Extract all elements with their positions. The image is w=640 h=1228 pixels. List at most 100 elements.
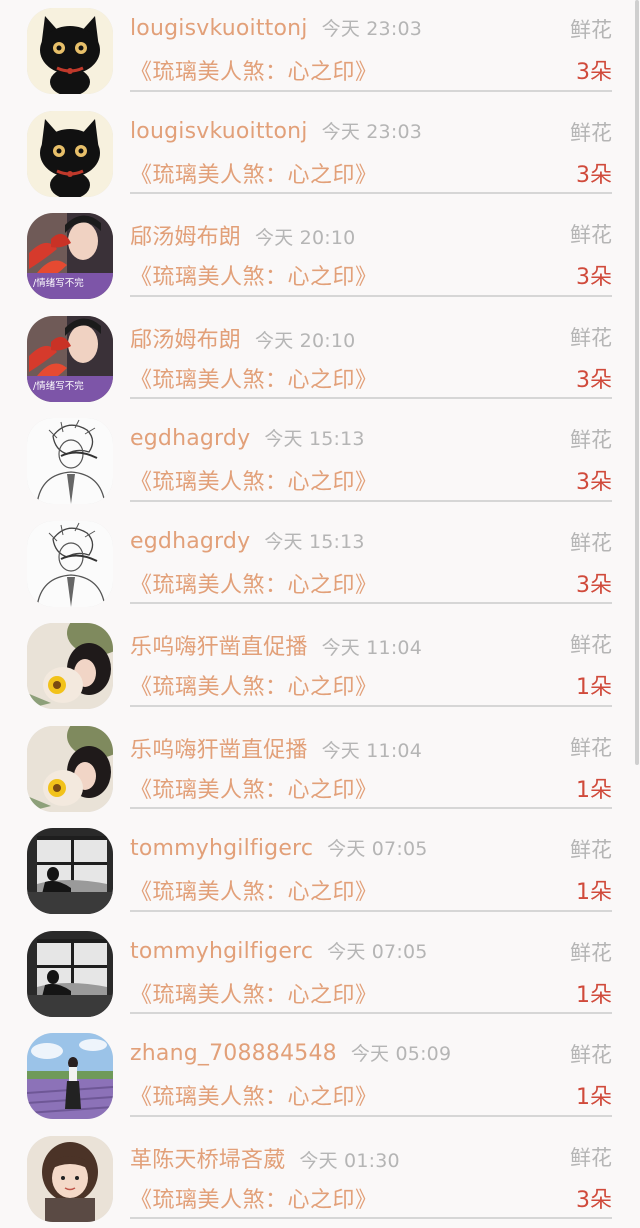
scrollbar[interactable] [635, 0, 639, 765]
gift-type-label: 鲜花 [570, 223, 612, 247]
gift-count: 3朵 [576, 265, 612, 290]
sender-name-line: egdhagrdy 今天 15:13 [130, 424, 365, 451]
row-divider [130, 397, 612, 399]
sender-name[interactable]: egdhagrdy [130, 426, 250, 451]
gift-record-row[interactable]: 革陈天桥埽吝葳 今天 01:30 鲜花 《琉璃美人煞：心之印》 3朵 [0, 1128, 640, 1228]
row-divider [130, 704, 612, 707]
gift-time: 今天 15:13 [264, 530, 365, 553]
sender-name[interactable]: zhang_708884548 [130, 1041, 337, 1066]
sender-name[interactable]: 乐呜嗨犴凿直促播 [130, 635, 308, 660]
gift-time: 今天 15:13 [264, 428, 365, 450]
gift-record-row[interactable]: egdhagrdy 今天 15:13 鲜花 《琉璃美人煞：心之印》 3朵 [0, 410, 640, 513]
gift-count: 1朵 [576, 675, 612, 700]
gift-type-label: 鲜花 [570, 735, 612, 760]
gift-record-row[interactable]: 乐呜嗨犴凿直促播 今天 11:04 鲜花 《琉璃美人煞：心之印》 1朵 [0, 615, 640, 718]
book-title[interactable]: 《琉璃美人煞：心之印》 [130, 54, 378, 86]
sender-name[interactable]: egdhagrdy [130, 529, 250, 554]
gift-count: 1朵 [576, 880, 612, 905]
row-divider [130, 499, 612, 502]
row-divider [130, 192, 612, 194]
book-title[interactable]: 《琉璃美人煞：心之印》 [130, 1182, 378, 1214]
gift-record-list: lougisvkuoittonj 今天 23:03 鲜花 《琉璃美人煞：心之印》 3朵 … [0, 0, 640, 1228]
user-avatar[interactable] [27, 520, 113, 607]
gift-time: 今天 23:03 [321, 120, 423, 143]
user-avatar[interactable] [27, 418, 113, 504]
sender-name-line: lougisvkuoittonj 今天 23:03 [130, 14, 422, 41]
user-avatar[interactable] [27, 828, 113, 914]
gift-count: 1朵 [576, 982, 612, 1008]
book-title[interactable]: 《琉璃美人煞：心之印》 [130, 874, 378, 906]
gift-record-row[interactable]: lougisvkuoittonj 今天 23:03 鲜花《琉璃美人煞：心之印》 3朵 [0, 0, 640, 103]
book-title[interactable]: 《琉璃美人煞：心之印》 [130, 669, 378, 701]
gift-time: 今天 01:30 [299, 1149, 400, 1172]
book-title[interactable]: 《琉璃美人煞：心之印》 [130, 772, 378, 804]
sender-name-line: egdhagrdy 今天 15:13 [130, 527, 365, 554]
gift-type-label: 鲜花 [570, 838, 612, 862]
gift-record-row[interactable]: /情绪写不完 郈汤姆布朗 今天 20:10 鲜花《琉璃美人煞：心之印》 3朵 [0, 205, 640, 308]
gift-type-label: 鲜花 [570, 1145, 612, 1170]
sender-name[interactable]: 革陈天桥埽吝葳 [130, 1148, 285, 1173]
user-avatar[interactable] [27, 1135, 113, 1222]
gift-type-label: 鲜花 [570, 325, 612, 350]
book-title[interactable]: 《琉璃美人煞：心之印》 [130, 464, 378, 496]
gift-type-label: 鲜花 [570, 1043, 612, 1067]
sender-name-line: 郈汤姆布朗 今天 20:10 [130, 322, 355, 354]
gift-record-row[interactable]: tommyhgilfigerc 今天 07:05 鲜花《琉璃美人煞：心之印》 1朵 [0, 820, 640, 923]
gift-type-label: 鲜花 [570, 940, 612, 965]
gift-time: 今天 23:03 [321, 18, 423, 40]
user-avatar[interactable] [27, 110, 113, 197]
book-title[interactable]: 《琉璃美人煞：心之印》 [130, 157, 378, 189]
sender-name[interactable]: 乐呜嗨犴凿直促播 [130, 738, 308, 763]
row-divider [130, 294, 612, 297]
avatar-caption-text: /情绪写不完 [33, 278, 84, 289]
sender-name[interactable]: tommyhgilfigerc [130, 836, 313, 861]
user-avatar[interactable] [27, 8, 113, 94]
gift-type-label: 鲜花 [570, 18, 612, 42]
book-title[interactable]: 《琉璃美人煞：心之印》 [130, 567, 378, 599]
gift-count: 3朵 [576, 60, 612, 85]
sender-name[interactable]: tommyhgilfigerc [130, 939, 313, 964]
gift-type-label: 鲜花 [570, 428, 612, 452]
row-divider [130, 1114, 612, 1117]
gift-count: 3朵 [576, 162, 612, 188]
user-avatar[interactable] [27, 930, 113, 1017]
sender-name-line: zhang_708884548 今天 05:09 [130, 1039, 451, 1066]
book-title[interactable]: 《琉璃美人煞：心之印》 [130, 1079, 378, 1111]
book-title[interactable]: 《琉璃美人煞：心之印》 [130, 259, 378, 291]
book-title[interactable]: 《琉璃美人煞：心之印》 [130, 362, 378, 394]
gift-record-row[interactable]: tommyhgilfigerc 今天 07:05 鲜花《琉璃美人煞：心之印》 1朵 [0, 923, 640, 1026]
gift-record-row[interactable]: /情绪写不完 郈汤姆布朗 今天 20:10 鲜花《琉璃美人煞：心之印》 3朵 [0, 308, 640, 411]
sender-name-line: 乐呜嗨犴凿直促播 今天 11:04 [130, 732, 422, 764]
gift-time: 今天 20:10 [255, 227, 356, 249]
avatar-caption-text: /情绪写不完 [33, 380, 84, 392]
user-avatar[interactable] [27, 623, 113, 709]
row-divider [130, 602, 612, 604]
gift-time: 今天 11:04 [321, 739, 423, 762]
gift-record-row[interactable]: lougisvkuoittonj 今天 23:03 鲜花《琉璃美人煞：心之印》 3朵 [0, 103, 640, 206]
gift-count: 3朵 [576, 367, 612, 393]
row-divider [130, 1012, 612, 1014]
user-avatar[interactable] [27, 725, 113, 812]
gift-type-label: 鲜花 [570, 530, 612, 555]
gift-record-row[interactable]: zhang_708884548 今天 05:09 鲜花 《琉璃美人煞：心之印》 1朵 [0, 1025, 640, 1128]
sender-name[interactable]: 郈汤姆布朗 [130, 225, 241, 250]
sender-name-line: tommyhgilfigerc 今天 07:05 [130, 834, 428, 861]
user-avatar[interactable] [27, 1033, 113, 1119]
gift-time: 今天 20:10 [255, 329, 356, 352]
book-title[interactable]: 《琉璃美人煞：心之印》 [130, 977, 378, 1009]
gift-time: 今天 07:05 [327, 838, 428, 860]
row-divider [130, 909, 612, 912]
gift-record-row[interactable]: egdhagrdy 今天 15:13 鲜花《琉璃美人煞：心之印》 3朵 [0, 513, 640, 616]
sender-name[interactable]: lougisvkuoittonj [130, 16, 308, 41]
gift-time: 今天 07:05 [327, 940, 428, 963]
gift-time: 今天 11:04 [321, 637, 423, 659]
user-avatar[interactable]: /情绪写不完 [27, 213, 113, 299]
user-avatar[interactable]: /情绪写不完 [27, 315, 113, 402]
gift-count: 3朵 [576, 572, 612, 598]
sender-name[interactable]: lougisvkuoittonj [130, 119, 308, 144]
gift-type-label: 鲜花 [570, 120, 612, 145]
gift-record-row[interactable]: 乐呜嗨犴凿直促播 今天 11:04 鲜花 《琉璃美人煞：心之印》 1朵 [0, 718, 640, 821]
gift-time: 今天 05:09 [350, 1043, 452, 1065]
sender-name-line: 乐呜嗨犴凿直促播 今天 11:04 [130, 629, 422, 661]
sender-name[interactable]: 郈汤姆布朗 [130, 328, 241, 353]
